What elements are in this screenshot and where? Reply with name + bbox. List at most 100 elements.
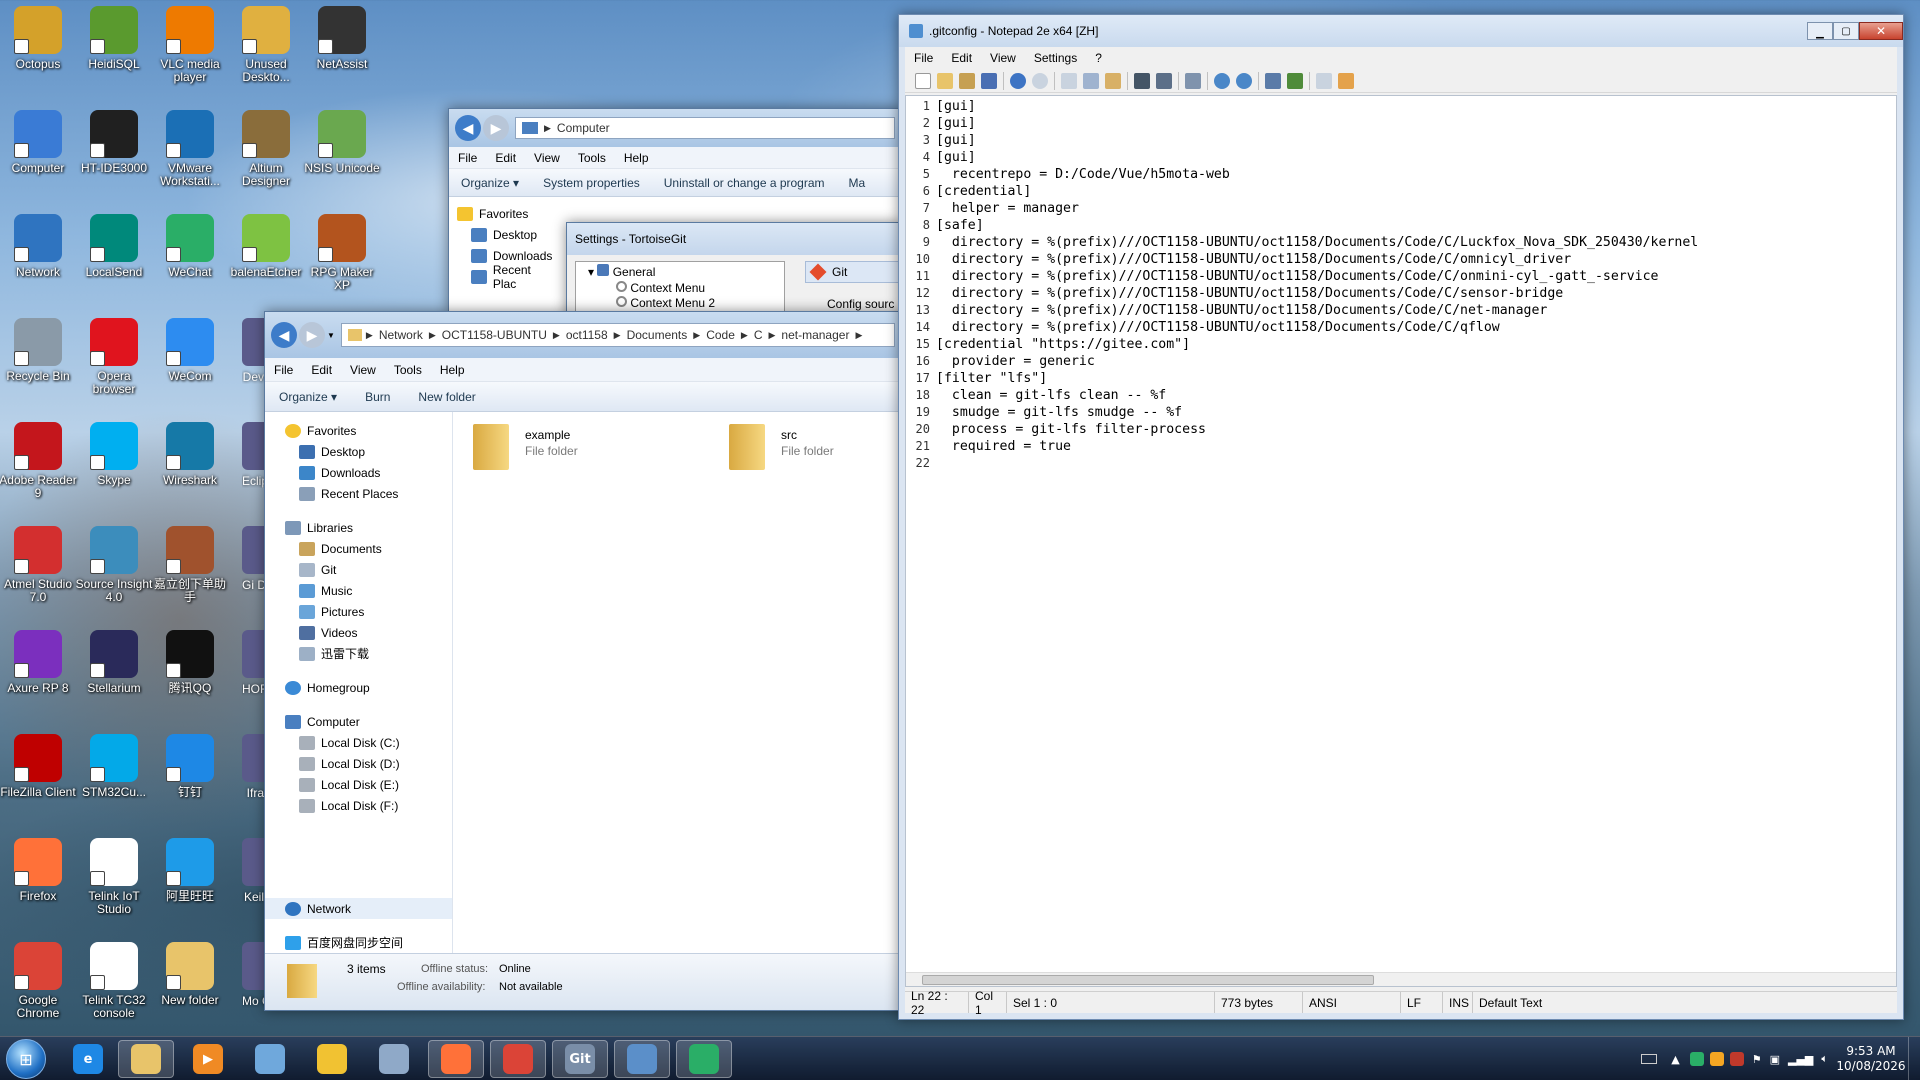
nav-favorites[interactable]: Favorites (285, 420, 452, 441)
save-icon[interactable] (981, 72, 997, 89)
command-organize[interactable]: Organize ▾ (449, 176, 531, 190)
nav-git[interactable]: Git (285, 559, 452, 580)
start-button[interactable]: ⊞ (6, 1039, 46, 1079)
menu-file[interactable]: File (905, 51, 942, 65)
exit-icon[interactable] (1338, 72, 1354, 89)
back-button[interactable]: ◀ (271, 322, 297, 348)
nav-local-disk-f[interactable]: Local Disk (F:) (285, 795, 452, 816)
menu-view[interactable]: View (341, 363, 385, 377)
zoom-out-icon[interactable] (1236, 72, 1252, 89)
breadcrumb-arrow-icon[interactable]: ▶ (366, 330, 373, 341)
taskbar-app-media-player[interactable]: ▶ (180, 1040, 236, 1078)
command-organize[interactable]: Organize ▾ (265, 390, 351, 404)
desktop-icon-firefox[interactable]: Firefox (0, 838, 77, 903)
command-uninstall-or-change-a-program[interactable]: Uninstall or change a program (652, 176, 837, 190)
customize-scheme-icon[interactable] (1287, 72, 1303, 89)
desktop-icon-filezilla-client[interactable]: FileZilla Client (0, 734, 77, 799)
command-burn[interactable]: Burn (351, 390, 404, 404)
find-icon[interactable] (1134, 72, 1150, 89)
status-encoding[interactable]: ANSI (1303, 992, 1401, 1013)
desktop-icon-nsis-unicode[interactable]: NSIS Unicode (303, 110, 381, 175)
show-hidden-icons-icon[interactable]: ▲ (1671, 1053, 1679, 1066)
taskbar-app-paint[interactable] (304, 1040, 360, 1078)
desktop-icon-source-insight-4-0[interactable]: Source Insight 4.0 (75, 526, 153, 604)
nav-computer[interactable]: Computer (285, 711, 452, 732)
clock[interactable]: 9:53 AM 10/08/2026 (1834, 1044, 1908, 1074)
nav-desktop[interactable]: Desktop (285, 441, 452, 462)
desktop-icon-wecom[interactable]: WeCom (151, 318, 229, 383)
new-file-icon[interactable] (915, 72, 931, 89)
desktop-icon-localsend[interactable]: LocalSend (75, 214, 153, 279)
redo-icon[interactable] (1032, 72, 1048, 89)
desktop-icon-vmware-workstati[interactable]: VMware Workstati... (151, 110, 229, 188)
desktop-icon-ht-ide3000[interactable]: HT-IDE3000 (75, 110, 153, 175)
taskbar-app-ie[interactable]: e (60, 1040, 116, 1078)
desktop-icon-partial[interactable]: Mo Compass (242, 942, 264, 1008)
desktop-icon-telink-iot-studio[interactable]: Telink IoT Studio (75, 838, 153, 916)
desktop-icon-partial[interactable]: Eclip N (242, 422, 264, 488)
copy-icon[interactable] (1083, 72, 1099, 89)
scrollbar-thumb[interactable] (922, 975, 1374, 985)
desktop-icon-partial[interactable]: Ifra (242, 734, 264, 800)
tree-item-context-menu-2[interactable]: Context Menu 2 (576, 295, 784, 310)
desktop-icon-unused-deskto[interactable]: Unused Deskto... (227, 6, 305, 84)
desktop-icon-vlc-media-player[interactable]: VLC media player (151, 6, 229, 84)
desktop-icon-netassist[interactable]: NetAssist (303, 6, 381, 71)
replace-icon[interactable] (1156, 72, 1172, 89)
desktop-icon-octopus[interactable]: Octopus (0, 6, 77, 71)
desktop-icon-network[interactable]: Network (0, 214, 77, 279)
horizontal-scrollbar[interactable] (906, 972, 1896, 986)
signal-icon[interactable]: ▂▄▆ (1788, 1053, 1813, 1066)
settings-icon[interactable] (1316, 72, 1332, 89)
nav-local-disk-d[interactable]: Local Disk (D:) (285, 753, 452, 774)
nav-libraries[interactable]: Libraries (285, 517, 452, 538)
nav-baidu-sync[interactable]: 百度网盘同步空间 (285, 932, 403, 953)
taskbar-app-explorer[interactable] (118, 1040, 174, 1078)
nav-recent-plac[interactable]: Recent Plac (457, 263, 557, 291)
nav-documents[interactable]: Documents (285, 538, 452, 559)
address-bar[interactable]: ▶ Network ▶ OCT1158-UBUNTU ▶ oct1158 ▶ Document… (340, 323, 895, 347)
menu-file[interactable]: File (449, 151, 486, 165)
close-button[interactable]: ✕ (1859, 22, 1903, 40)
desktop-icon-partial[interactable]: HOF (242, 630, 264, 696)
breadcrumb-code[interactable]: Code (700, 328, 741, 342)
menu-edit[interactable]: Edit (302, 363, 341, 377)
volume-icon[interactable]: 🔈︎ (1821, 1052, 1828, 1066)
menu-edit[interactable]: Edit (942, 51, 981, 65)
taskbar-app-notepad2[interactable] (614, 1040, 670, 1078)
desktop-icon-axure-rp-8[interactable]: Axure RP 8 (0, 630, 77, 695)
breadcrumb-oct1158-ubuntu[interactable]: OCT1158-UBUNTU (436, 328, 553, 342)
desktop-icon-altium-designer[interactable]: Altium Designer (227, 110, 305, 188)
word-wrap-icon[interactable] (1185, 72, 1201, 89)
breadcrumb-arrow-icon[interactable]: ▶ (768, 330, 775, 341)
nav-favorites[interactable]: Favorites (457, 203, 557, 224)
breadcrumb-c[interactable]: C (748, 328, 769, 342)
desktop-icon-new-folder[interactable]: New folder (151, 942, 229, 1007)
desktop-icon-partial[interactable]: Keil (242, 838, 264, 904)
breadcrumb-arrow-icon[interactable]: ▶ (429, 330, 436, 341)
editor-area[interactable]: 1 [gui] 2 [gui] 3 [gui] 4 [gui] 5 recentrepo = D… (905, 95, 1897, 987)
taskbar-app-wechat[interactable] (676, 1040, 732, 1078)
menu-file[interactable]: File (265, 363, 302, 377)
zoom-in-icon[interactable] (1214, 72, 1230, 89)
desktop-icon-item[interactable]: 嘉立创下单助手 (151, 526, 229, 604)
desktop-icon-atmel-studio-7-0[interactable]: Atmel Studio 7.0 (0, 526, 77, 604)
undo-icon[interactable] (1010, 72, 1026, 89)
breadcrumb-net-manager[interactable]: net-manager (775, 328, 855, 342)
desktop-icon-balenaetcher[interactable]: balenaEtcher (227, 214, 305, 279)
desktop-icon-item[interactable]: 钉钉 (151, 734, 229, 799)
menu-tools[interactable]: Tools (569, 151, 615, 165)
menu-view[interactable]: View (981, 51, 1025, 65)
menu-tools[interactable]: Tools (385, 363, 431, 377)
back-button[interactable]: ◀ (455, 115, 481, 141)
status-line-ending[interactable]: LF (1401, 992, 1443, 1013)
desktop-icon-skype[interactable]: Skype (75, 422, 153, 487)
tree-item-general[interactable]: ▾ General (576, 262, 784, 279)
taskbar-app-firefox[interactable] (428, 1040, 484, 1078)
desktop-icon-wireshark[interactable]: Wireshark (151, 422, 229, 487)
desktop-icon-opera-browser[interactable]: Opera browser (75, 318, 153, 396)
cut-icon[interactable] (1061, 72, 1077, 89)
breadcrumb-arrow-icon[interactable]: ▶ (553, 330, 560, 341)
nav-desktop[interactable]: Desktop (457, 224, 557, 245)
tree-item-context-menu[interactable]: Context Menu (576, 279, 784, 295)
